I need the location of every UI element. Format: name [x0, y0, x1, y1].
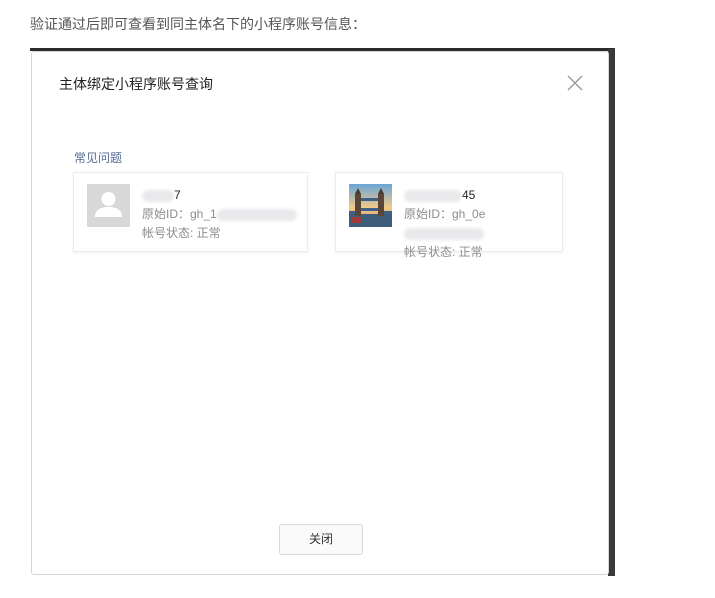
original-id: 原始ID：gh_0e [404, 205, 562, 243]
close-icon[interactable] [564, 72, 586, 94]
default-user-icon [87, 184, 130, 227]
account-card[interactable]: 45 原始ID：gh_0e 帐号状态: 正常 [335, 172, 563, 259]
redacted-id [216, 208, 297, 221]
faq-link[interactable]: 常见问题 [74, 149, 122, 166]
account-query-dialog: 主体绑定小程序账号查询 常见问题 7 原始ID：gh_1 帐号状态: 正常 45… [31, 51, 609, 575]
original-id: 原始ID：gh_1 [142, 205, 297, 224]
account-name: 45 [404, 186, 562, 205]
account-card[interactable]: 7 原始ID：gh_1 帐号状态: 正常 [73, 172, 308, 252]
redacted-id [404, 227, 484, 240]
account-name: 7 [142, 186, 297, 205]
account-status: 帐号状态: 正常 [404, 245, 483, 259]
tower-bridge-photo [349, 184, 392, 227]
redacted-name [404, 189, 462, 202]
dialog-title: 主体绑定小程序账号查询 [59, 76, 213, 92]
account-status: 帐号状态: 正常 [142, 226, 221, 240]
redacted-name [142, 189, 174, 202]
instruction-text: 验证通过后即可查看到同主体名下的小程序账号信息： [30, 16, 366, 32]
modal-backdrop-edge [608, 49, 615, 576]
close-button[interactable]: 关闭 [279, 524, 363, 555]
